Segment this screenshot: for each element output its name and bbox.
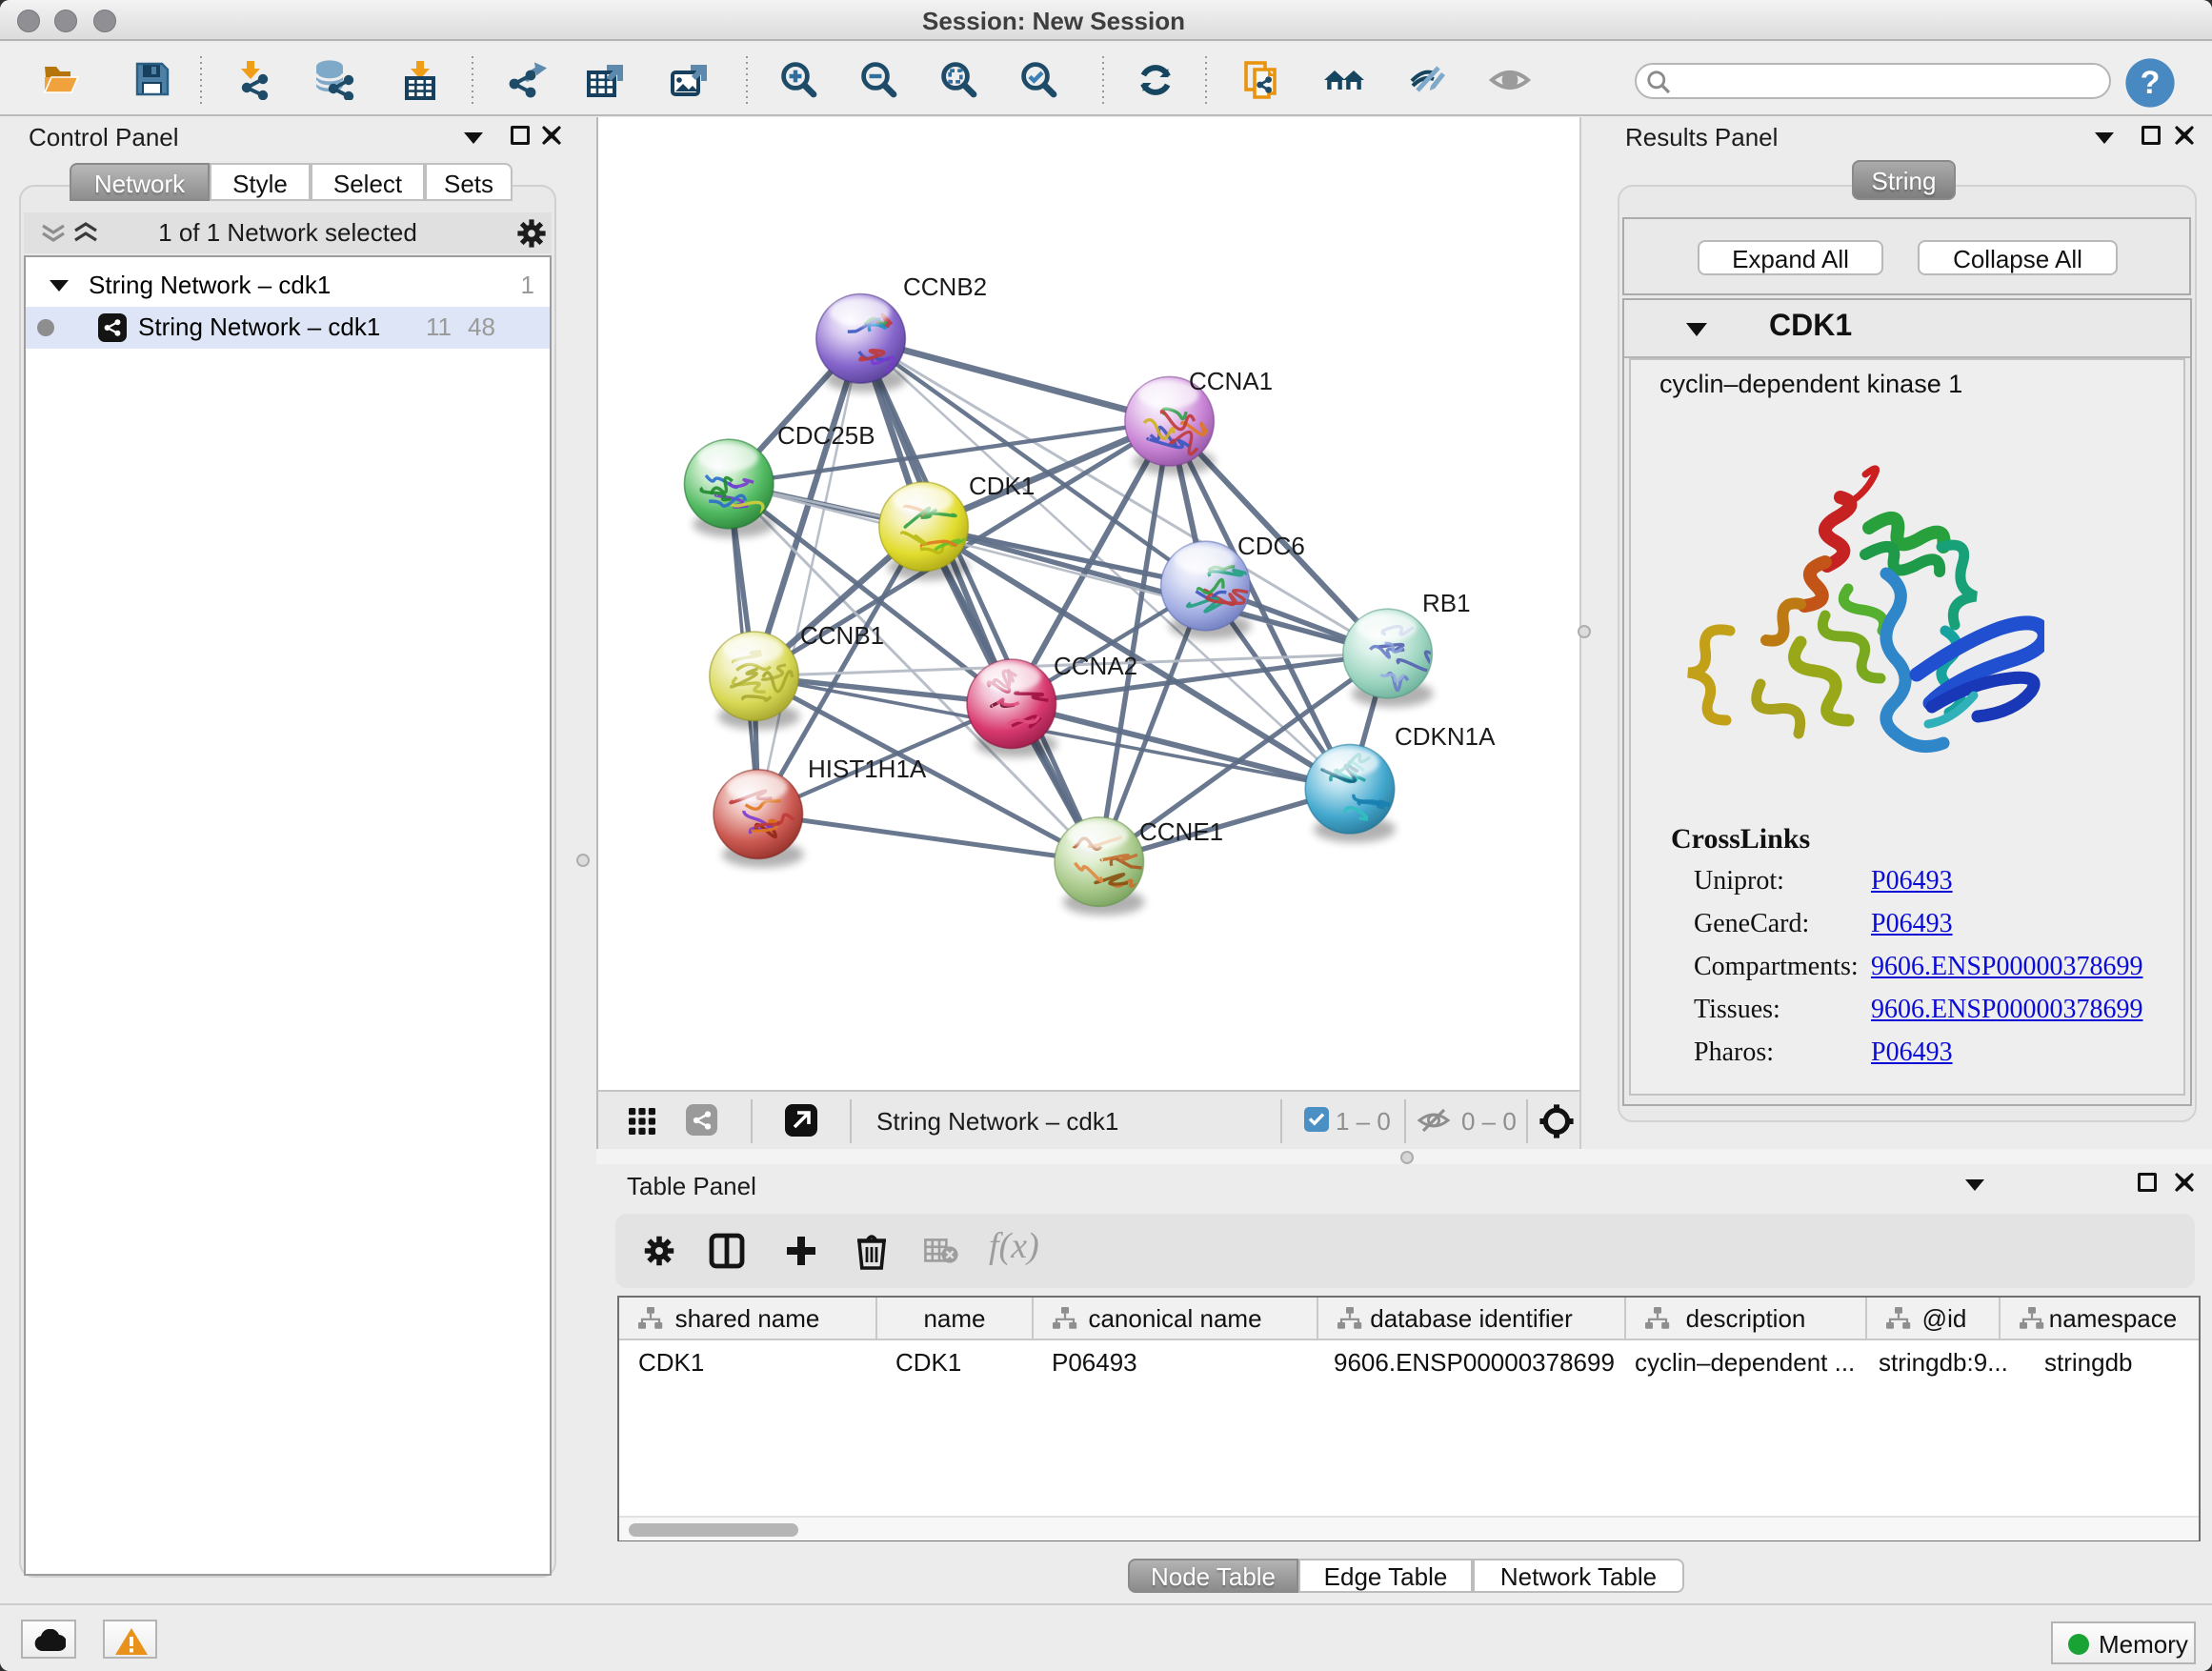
svg-text:CDK1: CDK1: [969, 472, 1035, 500]
svg-text:HIST1H1A: HIST1H1A: [808, 755, 927, 783]
svg-text:CDKN1A: CDKN1A: [1395, 722, 1496, 751]
svg-text:CDC6: CDC6: [1237, 532, 1305, 560]
svg-text:CDC25B: CDC25B: [777, 421, 875, 450]
svg-text:CCNB1: CCNB1: [800, 621, 884, 650]
svg-text:?: ?: [2141, 65, 2161, 101]
svg-text:CCNA2: CCNA2: [1054, 652, 1137, 680]
svg-text:CCNA1: CCNA1: [1189, 367, 1273, 395]
svg-text:RB1: RB1: [1422, 589, 1471, 617]
svg-text:CCNB2: CCNB2: [903, 272, 987, 301]
svg-text:CCNE1: CCNE1: [1139, 817, 1223, 846]
